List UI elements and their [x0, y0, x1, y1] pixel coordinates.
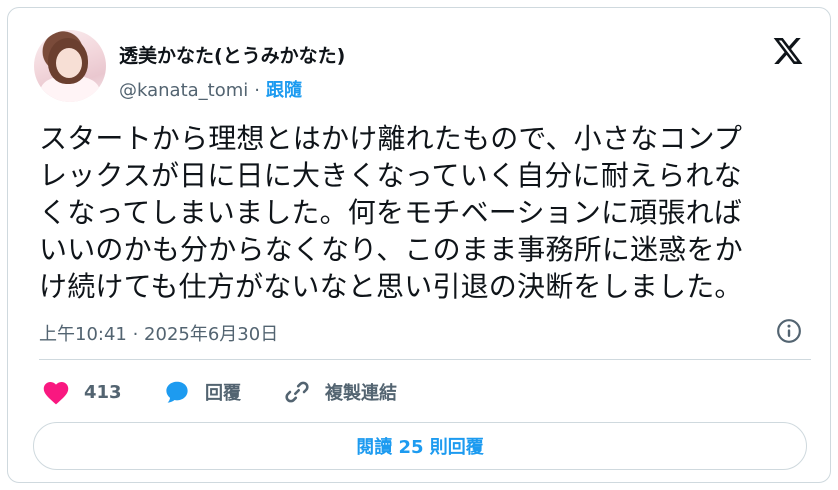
like-count: 413	[84, 381, 122, 403]
author-display-name[interactable]: 透美かなた(とうみかなた)	[119, 41, 345, 68]
avatar[interactable]	[34, 30, 106, 102]
reply-label: 回覆	[205, 383, 241, 404]
link-icon	[285, 381, 309, 403]
copy-link-button[interactable]: 複製連結	[283, 376, 397, 408]
reply-button[interactable]: 回覆	[163, 376, 241, 408]
tweet-card: 透美かなた(とうみかなた) @kanata_tomi · 跟隨 スタートから理想とは…	[7, 7, 831, 483]
follow-link[interactable]: 跟隨	[266, 80, 302, 101]
info-icon[interactable]	[776, 318, 802, 344]
x-logo-icon[interactable]	[772, 35, 804, 67]
speech-bubble-icon	[166, 381, 188, 403]
divider	[39, 359, 811, 360]
handle-separator: ·	[254, 80, 261, 101]
heart-icon	[43, 381, 69, 405]
like-button[interactable]: 413	[42, 376, 122, 408]
read-replies-button[interactable]: 閱讀 25 則回覆	[33, 422, 807, 470]
tweet-timestamp[interactable]: 上午10:41 · 2025年6月30日	[39, 320, 278, 346]
action-bar: 413 回覆 複製連結	[39, 376, 811, 408]
tweet-text: スタートから理想とはかけ離れたもので、小さなコンプ レックスが日に日に大きくなっ…	[39, 122, 743, 303]
author-handle-line: @kanata_tomi · 跟隨	[119, 76, 302, 102]
author-handle[interactable]: @kanata_tomi	[119, 80, 248, 101]
copy-link-label: 複製連結	[325, 383, 397, 404]
avatar-face	[56, 48, 82, 78]
